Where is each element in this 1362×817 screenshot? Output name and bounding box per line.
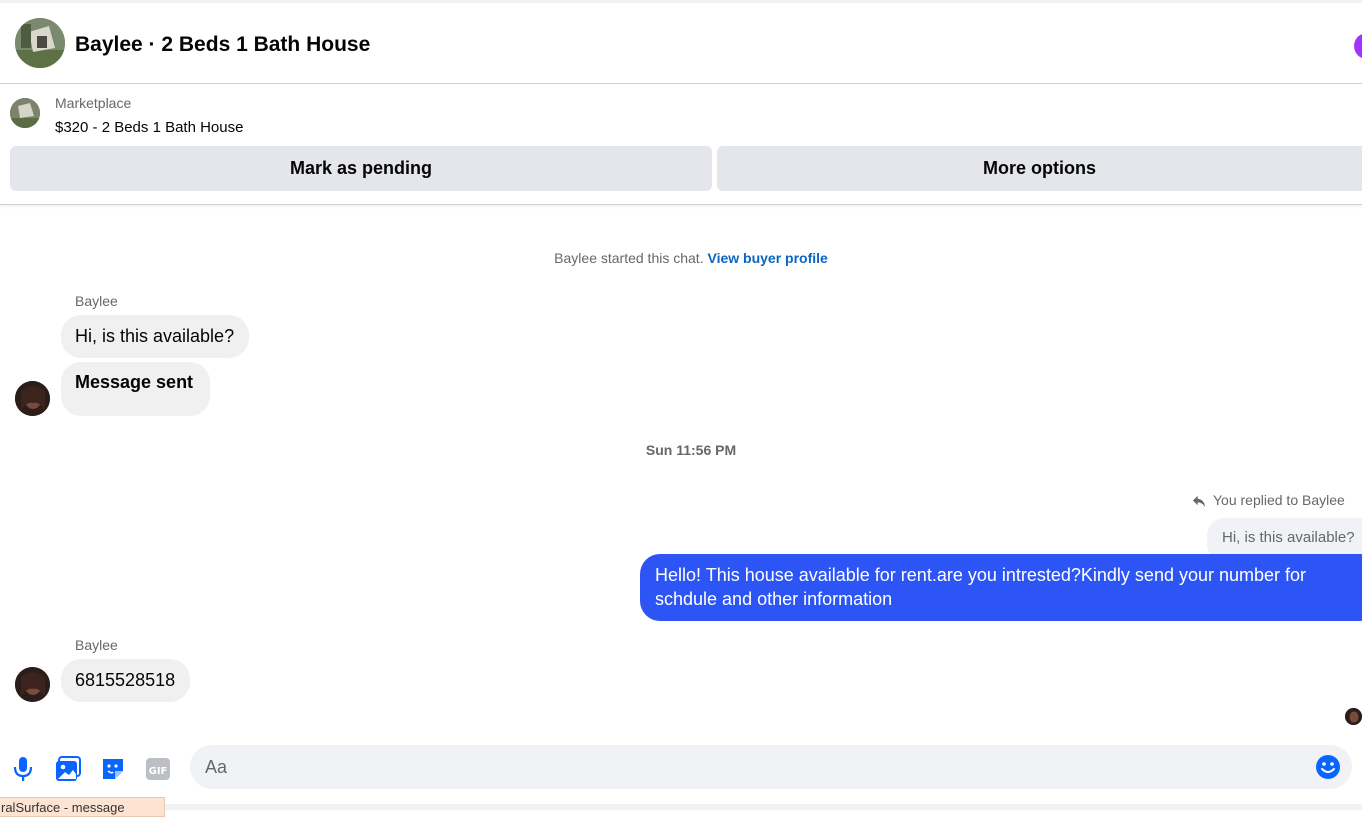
seen-receipt-avatar	[1345, 708, 1362, 725]
view-buyer-profile-link[interactable]: View buyer profile	[707, 250, 827, 266]
smiley-icon[interactable]	[1315, 754, 1341, 780]
more-options-button[interactable]: More options	[717, 146, 1362, 191]
incoming-message[interactable]: Hi, is this available?	[61, 315, 249, 358]
conversation-header: Baylee · 2 Beds 1 Bath House	[0, 3, 1362, 84]
message-timestamp: Sun 11:56 PM	[645, 442, 737, 458]
status-dot	[1354, 33, 1362, 59]
outgoing-message[interactable]: Hello! This house available for rent.are…	[640, 554, 1362, 621]
message-input[interactable]	[190, 745, 1352, 789]
incoming-message[interactable]: Message sent	[61, 362, 210, 416]
incoming-message[interactable]: 6815528518	[61, 659, 190, 702]
sender-name: Baylee	[75, 293, 118, 309]
buyer-avatar[interactable]	[15, 667, 50, 702]
bottom-border	[0, 804, 1362, 810]
conversation-title: Baylee · 2 Beds 1 Bath House	[75, 33, 371, 56]
message-composer: GIF	[0, 736, 1362, 800]
listing-thumbnail[interactable]	[10, 98, 40, 128]
gif-icon[interactable]: GIF	[145, 756, 171, 782]
reply-label: You replied to Baylee	[1213, 492, 1345, 508]
chat-start-text: Baylee started this chat.	[554, 250, 704, 266]
reply-icon	[1192, 495, 1206, 507]
marketplace-panel: Marketplace $320 - 2 Beds 1 Bath House M…	[0, 84, 1362, 205]
microphone-icon[interactable]	[10, 756, 36, 782]
sender-name: Baylee	[75, 637, 118, 653]
mark-as-pending-button[interactable]: Mark as pending	[10, 146, 712, 191]
listing-avatar[interactable]	[15, 18, 65, 68]
listing-title[interactable]: $320 - 2 Beds 1 Bath House	[55, 119, 243, 136]
sticker-icon[interactable]	[100, 756, 126, 782]
marketplace-label: Marketplace	[55, 95, 132, 111]
reply-indicator: You replied to Baylee	[1192, 492, 1345, 508]
tooltip: ralSurface - message	[0, 797, 165, 817]
chat-start-notice: Baylee started this chat. View buyer pro…	[0, 250, 1362, 266]
gif-label: GIF	[149, 766, 168, 777]
photo-icon[interactable]	[55, 756, 81, 782]
buyer-avatar[interactable]	[15, 381, 50, 416]
